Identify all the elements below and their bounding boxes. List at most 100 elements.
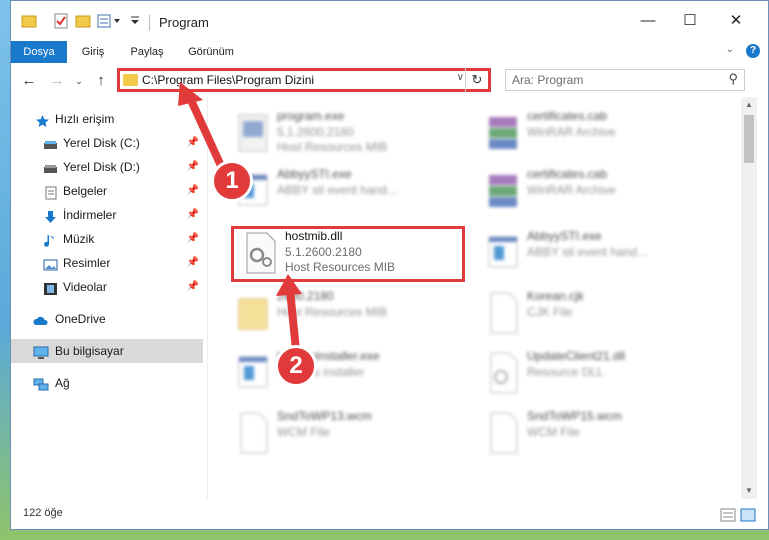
sidebar-item-label: Belgeler [63, 184, 108, 198]
file-item[interactable]: AbbyySTI.exe ABBY sti event hand... [227, 165, 467, 217]
file-detail: ABBY sti event hand... [277, 183, 397, 197]
video-icon [43, 280, 58, 295]
sidebar-item-this-pc[interactable]: Bu bilgisayar [11, 339, 203, 363]
search-input[interactable]: Ara: Program [512, 73, 583, 87]
address-dropdown-icon[interactable]: ∨ [457, 72, 464, 83]
sidebar-item-disk-c[interactable]: Yerel Disk (C:) 📌 [11, 131, 203, 155]
scroll-down-icon[interactable]: ▼ [741, 483, 757, 499]
window-title: Program [159, 15, 209, 30]
sidebar-item-music[interactable]: Müzik 📌 [11, 227, 203, 251]
file-item[interactable]: UpdateClient21.dll Resource DLL [477, 347, 717, 399]
sidebar-item-quick-access[interactable]: Hızlı erişim [11, 107, 203, 131]
pin-icon[interactable]: 📌 [187, 155, 199, 179]
star-icon [35, 112, 50, 127]
maximize-button[interactable]: ☐ [675, 9, 705, 33]
pin-icon[interactable]: 📌 [187, 203, 199, 227]
forward-button[interactable]: → [47, 71, 67, 91]
computer-icon [33, 344, 49, 359]
file-detail: CJK File [527, 305, 573, 319]
file-detail: WCM File [277, 425, 330, 439]
sidebar-item-label: OneDrive [55, 312, 106, 326]
file-name: UpdateClient21.dll [527, 349, 626, 363]
file-item[interactable]: SndToWP13.wcm WCM File [227, 407, 467, 459]
sidebar-item-label: Bu bilgisayar [55, 344, 124, 358]
file-item[interactable]: certificates.cab WinRAR Archive [477, 107, 717, 159]
pin-icon[interactable]: 📌 [187, 179, 199, 203]
archive-file-icon [485, 111, 521, 155]
sidebar-item-disk-d[interactable]: Yerel Disk (D:) 📌 [11, 155, 203, 179]
sidebar-item-network[interactable]: Ağ [11, 371, 203, 395]
tab-giris[interactable]: Giriş [71, 41, 115, 63]
sidebar-item-label: Müzik [63, 232, 95, 246]
file-name: SndToWP15.wcm [527, 409, 622, 423]
title-separator [149, 15, 150, 31]
file-item[interactable]: UpdateInstaller.exe updates installer [227, 347, 467, 399]
file-name: certificates.cab [527, 109, 608, 123]
file-detail: WinRAR Archive [527, 125, 616, 139]
recent-dropdown-icon[interactable]: ⌄ [69, 71, 89, 91]
tab-paylas[interactable]: Paylaş [123, 41, 171, 63]
folder-icon [21, 13, 37, 29]
ribbon-tabs: Dosya Giriş Paylaş Görünüm ⌄ ? [11, 41, 768, 64]
file-item[interactable]: program.exe 5.1.2600.2180 Host Resources… [227, 107, 467, 159]
search-icon: ⚲ [728, 71, 738, 86]
sidebar-item-downloads[interactable]: İndirmeler 📌 [11, 203, 203, 227]
step-badge-1: 1 [211, 160, 253, 202]
file-name: AbbyySTI.exe [527, 229, 602, 243]
archive-file-icon [485, 169, 521, 213]
help-icon[interactable]: ? [746, 44, 760, 58]
file-detail: Host Resources MIB [277, 305, 388, 319]
status-bar: 122 öğe [11, 499, 768, 529]
pin-icon[interactable]: 📌 [187, 251, 199, 275]
file-item[interactable]: SndToWP15.wcm WCM File [477, 407, 717, 459]
back-button[interactable]: ← [19, 71, 39, 91]
new-folder-icon[interactable] [75, 13, 91, 29]
exe-file-icon [485, 231, 521, 275]
pin-icon[interactable]: 📌 [187, 227, 199, 251]
minimize-button[interactable]: — [633, 9, 663, 33]
file-item[interactable]: 2600.2180 Host Resources MIB [227, 287, 467, 339]
sidebar-item-documents[interactable]: Belgeler 📌 [11, 179, 203, 203]
scroll-up-icon[interactable]: ▲ [741, 97, 757, 113]
download-icon [43, 208, 58, 223]
sidebar-item-onedrive[interactable]: OneDrive [11, 307, 203, 331]
file-detail: Host Resources MIB [277, 140, 388, 154]
customize-toolbar-icon[interactable] [127, 13, 143, 29]
expand-ribbon-icon[interactable]: ⌄ [726, 44, 734, 55]
navigation-pane: Hızlı erişim Yerel Disk (C:) 📌 Yerel Dis… [11, 97, 208, 499]
documents-icon [43, 184, 58, 200]
view-dropdown-icon[interactable] [97, 13, 123, 29]
sidebar-item-pictures[interactable]: Resimler 📌 [11, 251, 203, 275]
close-button[interactable]: ✕ [721, 9, 751, 33]
pin-icon[interactable]: 📌 [187, 275, 199, 299]
generic-file-icon [485, 291, 521, 335]
address-folder-icon [123, 74, 138, 86]
exe-file-icon [235, 351, 271, 395]
up-button[interactable]: ↑ [91, 71, 111, 91]
drive-icon [43, 160, 58, 174]
address-path[interactable]: C:\Program Files\Program Dizini [142, 73, 314, 87]
tab-dosya[interactable]: Dosya [11, 41, 67, 63]
refresh-icon[interactable]: ↻ [465, 68, 488, 92]
scroll-thumb[interactable] [744, 115, 754, 163]
sidebar-item-label: Yerel Disk (C:) [63, 136, 140, 150]
dll-file-icon [485, 351, 521, 395]
file-item[interactable]: AbbyySTI.exe ABBY sti event hand... [477, 227, 717, 279]
pin-icon[interactable]: 📌 [187, 131, 199, 155]
file-item[interactable]: certificates.cab WinRAR Archive [477, 165, 717, 217]
properties-icon[interactable] [53, 13, 69, 29]
sidebar-item-videos[interactable]: Videolar 📌 [11, 275, 203, 299]
address-bar[interactable]: C:\Program Files\Program Dizini ∨ ↻ [117, 68, 491, 92]
file-name: certificates.cab [527, 167, 608, 181]
file-detail: Resource DLL [527, 365, 604, 379]
search-box[interactable]: Ara: Program ⚲ [505, 69, 745, 91]
sidebar-item-label: Resimler [63, 256, 111, 270]
file-item[interactable]: Korean.cjk CJK File [477, 287, 717, 339]
file-name: AbbyySTI.exe [277, 167, 352, 181]
file-detail: 5.1.2600.2180 [277, 125, 354, 139]
tab-gorunum[interactable]: Görünüm [181, 41, 241, 63]
vertical-scrollbar[interactable]: ▲ ▼ [741, 97, 757, 499]
view-toggle-icons[interactable] [720, 508, 756, 522]
network-icon [33, 376, 49, 391]
sidebar-item-label: İndirmeler [63, 208, 117, 222]
